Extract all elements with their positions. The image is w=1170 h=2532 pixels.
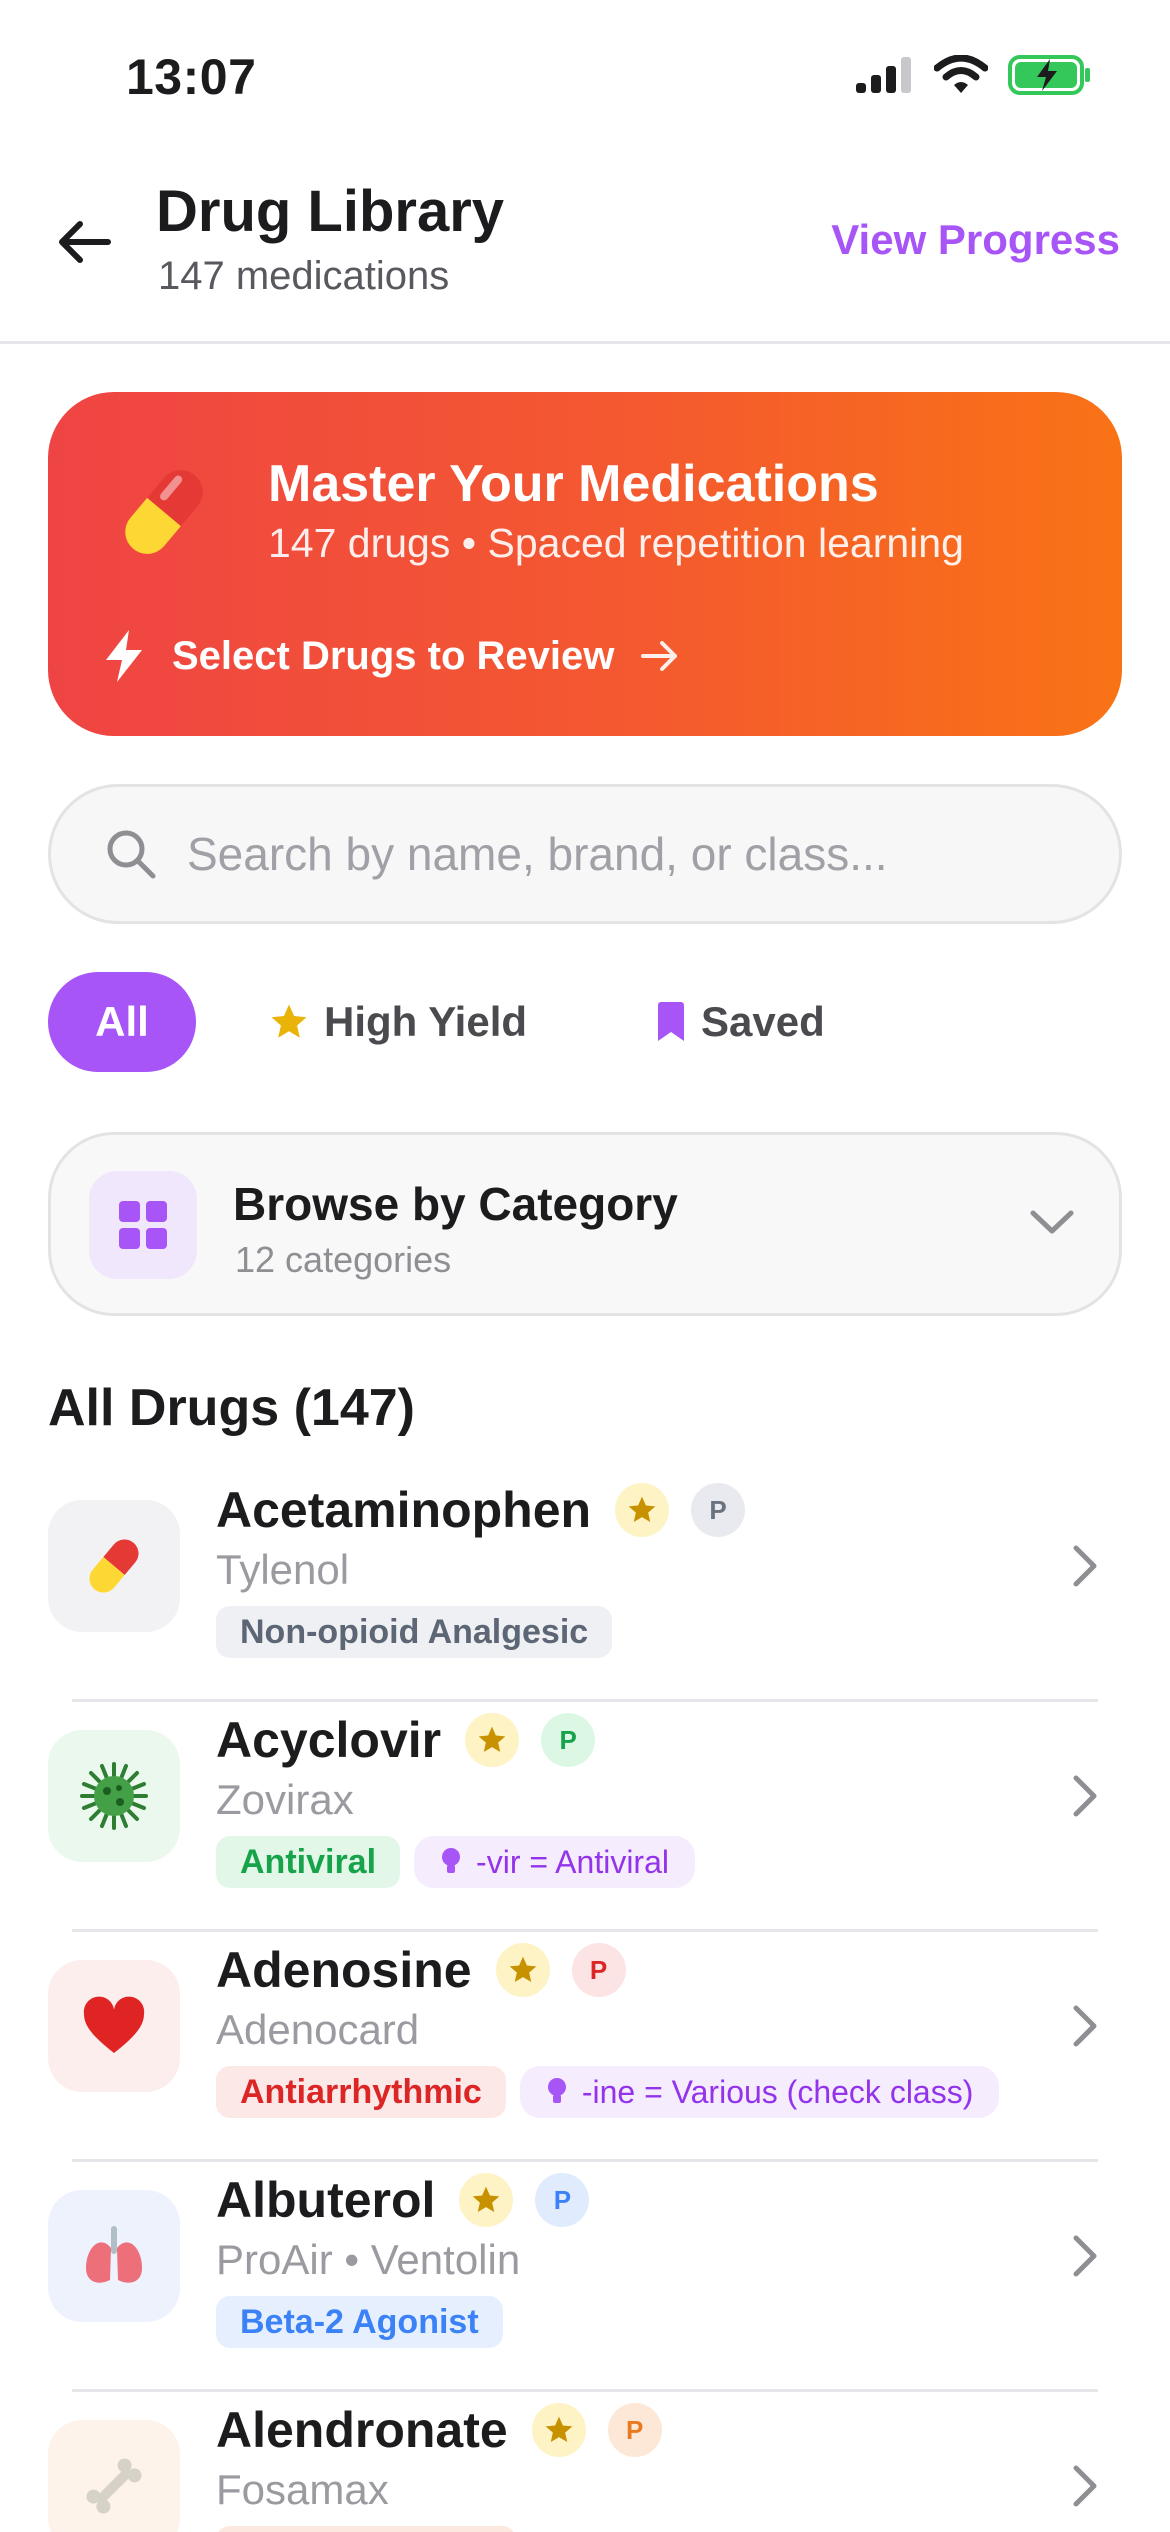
- browse-category-dropdown[interactable]: Browse by Category 12 categories: [48, 1132, 1122, 1316]
- category-count: 12 categories: [235, 1239, 452, 1280]
- high-yield-star-icon: [459, 2173, 514, 2227]
- drug-class-tag: [216, 2526, 516, 2532]
- filter-chips: All High Yield Saved: [48, 972, 825, 1072]
- chevron-right-icon: [1073, 2235, 1097, 2277]
- lightbulb-icon: [442, 1848, 461, 1873]
- filter-high-yield-chip[interactable]: High Yield: [268, 998, 527, 1046]
- saved-label: Saved: [701, 998, 825, 1045]
- drug-row-acyclovir[interactable]: Acyclovir P Zovirax Antiviral -vir = Ant…: [0, 1702, 1170, 1932]
- drug-name: Acyclovir: [216, 1712, 442, 1768]
- priority-badge: P: [607, 2403, 662, 2457]
- header: Drug Library 147 medications View Progre…: [0, 150, 1170, 344]
- lightbulb-icon: [547, 2078, 566, 2103]
- drug-brand: Zovirax: [216, 1776, 354, 1823]
- select-drugs-button[interactable]: Select Drugs to Review: [102, 628, 680, 684]
- drug-brand: Adenocard: [216, 2006, 420, 2053]
- high-yield-label: High Yield: [324, 998, 528, 1045]
- drug-list: Acetaminophen P Tylenol Non-opioid Analg…: [0, 1472, 1170, 2532]
- priority-badge: P: [691, 1483, 746, 1537]
- battery-charging-icon: [1008, 55, 1090, 95]
- grid-icon: [89, 1171, 197, 1279]
- pill-icon: [48, 1500, 180, 1632]
- high-yield-star-icon: [465, 1713, 520, 1767]
- virus-icon: [48, 1730, 180, 1862]
- high-yield-star-icon: [615, 1483, 670, 1537]
- filter-saved-chip[interactable]: Saved: [655, 998, 825, 1046]
- arrow-right-icon: [641, 641, 678, 671]
- priority-badge: P: [535, 2173, 590, 2227]
- drug-class-tag: Non-opioid Analgesic: [216, 1606, 613, 1658]
- search-input[interactable]: [187, 827, 1067, 881]
- heart-icon: [48, 1960, 180, 2092]
- lungs-icon: [48, 2190, 180, 2322]
- arrow-left-icon: [59, 221, 111, 263]
- suffix-hint-text: -ine = Various (check class): [581, 2073, 974, 2110]
- chevron-right-icon: [1073, 2465, 1097, 2507]
- high-yield-star-icon: [531, 2403, 586, 2457]
- drug-class-tag: Antiarrhythmic: [216, 2066, 506, 2118]
- status-bar: 13:07: [0, 0, 1170, 150]
- drug-brand: ProAir • Ventolin: [216, 2236, 521, 2283]
- filter-all-chip[interactable]: All: [48, 972, 196, 1072]
- bone-icon: [48, 2420, 180, 2532]
- pill-icon: [125, 470, 203, 554]
- page-title: Drug Library: [156, 179, 505, 244]
- suffix-hint-text: -vir = Antiviral: [476, 1843, 669, 1880]
- drug-name: Alendronate: [216, 2402, 508, 2458]
- hero-card: Master Your Medications 147 drugs • Spac…: [48, 392, 1122, 736]
- drug-class-tag: Beta-2 Agonist: [216, 2296, 503, 2348]
- priority-badge: P: [541, 1713, 596, 1767]
- wifi-icon: [934, 55, 988, 93]
- high-yield-star-icon: [495, 1943, 550, 1997]
- drug-name: Adenosine: [216, 1942, 472, 1998]
- category-title: Browse by Category: [233, 1178, 678, 1230]
- lightning-icon: [106, 630, 142, 682]
- page-subtitle: 147 medications: [158, 254, 450, 298]
- cellular-signal-icon: [856, 57, 911, 93]
- chevron-right-icon: [1073, 2005, 1097, 2047]
- star-icon: [271, 1004, 307, 1038]
- drug-row-albuterol[interactable]: Albuterol P ProAir • Ventolin Beta-2 Ago…: [0, 2162, 1170, 2392]
- select-drugs-label: Select Drugs to Review: [172, 633, 615, 678]
- drug-brand: Fosamax: [216, 2466, 389, 2513]
- drug-name: Acetaminophen: [216, 1482, 592, 1538]
- drug-brand: Tylenol: [216, 1546, 350, 1593]
- suffix-hint-tag: -vir = Antiviral: [414, 1836, 695, 1888]
- bookmark-icon: [658, 1002, 685, 1041]
- drug-row-acetaminophen[interactable]: Acetaminophen P Tylenol Non-opioid Analg…: [0, 1472, 1170, 1702]
- search-bar[interactable]: [48, 784, 1122, 924]
- drug-row-adenosine[interactable]: Adenosine P Adenocard Antiarrhythmic -in…: [0, 1932, 1170, 2162]
- drug-row-alendronate[interactable]: Alendronate P Fosamax: [0, 2392, 1170, 2532]
- chevron-down-icon: [1030, 1210, 1074, 1234]
- priority-badge: P: [571, 1943, 626, 1997]
- chevron-right-icon: [1073, 1545, 1097, 1587]
- chevron-right-icon: [1073, 1775, 1097, 1817]
- view-progress-button[interactable]: View Progress: [831, 216, 1120, 264]
- search-icon: [107, 830, 156, 879]
- drug-name: Albuterol: [216, 2172, 436, 2228]
- hero-subtitle: 147 drugs • Spaced repetition learning: [268, 520, 964, 566]
- section-title: All Drugs (147): [48, 1379, 415, 1437]
- drug-class-tag: Antiviral: [216, 1836, 401, 1888]
- status-time: 13:07: [126, 49, 257, 105]
- back-button[interactable]: [48, 206, 120, 278]
- status-icons: [854, 54, 1092, 96]
- suffix-hint-tag: -ine = Various (check class): [519, 2066, 1000, 2118]
- hero-title: Master Your Medications: [268, 455, 879, 513]
